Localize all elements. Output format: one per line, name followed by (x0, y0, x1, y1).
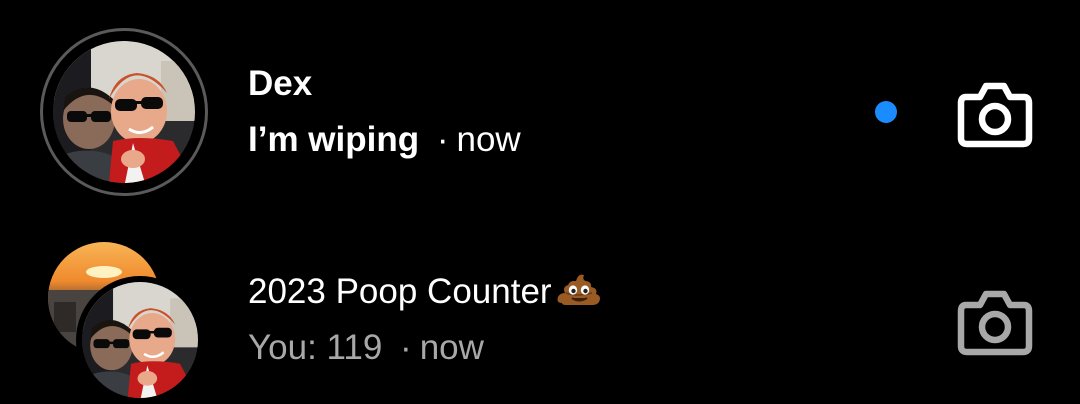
story-ring[interactable] (40, 28, 208, 196)
separator-dot: · (400, 328, 412, 367)
camera-button[interactable] (956, 288, 1034, 358)
group-avatar-front (76, 276, 204, 404)
poop-emoji-icon (557, 274, 600, 305)
thread-name: 2023 Poop Counter (248, 270, 602, 314)
avatar (53, 41, 195, 183)
message-preview: I’m wiping · now (248, 118, 521, 162)
camera-icon (957, 290, 1033, 356)
camera-button[interactable] (956, 80, 1034, 150)
thread-row-poop-counter[interactable]: 2023 Poop Counter You: 119 · now (0, 236, 1080, 404)
last-message: You: 119 (248, 328, 383, 367)
thread-name: Dex (248, 64, 313, 103)
unread-indicator (875, 101, 897, 123)
separator-dot: · (436, 120, 449, 159)
last-message: I’m wiping (248, 120, 420, 159)
message-preview: You: 119 · now (248, 326, 484, 370)
thread-row-dex[interactable]: Dex I’m wiping · now (0, 24, 1080, 204)
message-time: now (419, 328, 484, 367)
message-time: now (456, 120, 521, 159)
camera-icon (957, 82, 1033, 148)
group-name: 2023 Poop Counter (248, 272, 552, 311)
